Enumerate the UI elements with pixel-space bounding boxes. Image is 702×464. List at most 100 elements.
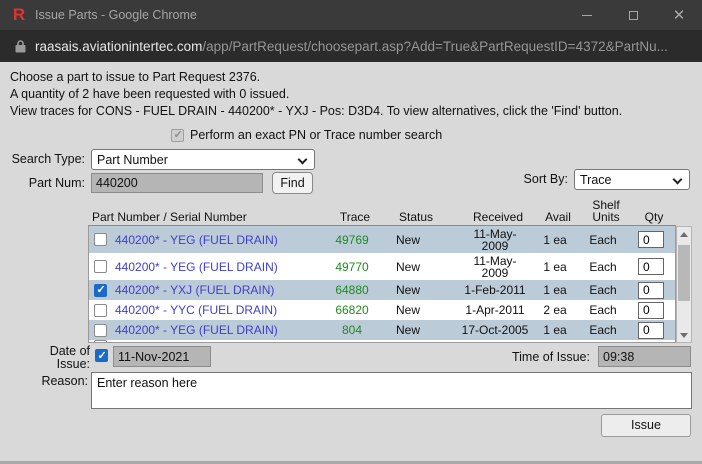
minimize-icon bbox=[582, 15, 592, 16]
time-of-issue-label: Time of Issue: bbox=[455, 350, 590, 364]
intro-line-1: Choose a part to issue to Part Request 2… bbox=[10, 69, 622, 86]
row-select-checkbox[interactable] bbox=[94, 233, 107, 246]
date-of-issue-input[interactable] bbox=[113, 346, 211, 367]
shelf-units-value: Each bbox=[577, 260, 629, 274]
date-of-issue-checkbox[interactable] bbox=[95, 349, 108, 362]
row-select-checkbox[interactable] bbox=[94, 260, 107, 273]
received-value: 1-Apr-2011 bbox=[465, 303, 524, 317]
date-of-issue-label: Date of Issue: bbox=[20, 345, 90, 371]
table-row: 440200* - YXJ (FUEL DRAIN) 64880New 1-Feb-… bbox=[89, 280, 675, 300]
trace-value: 49769 bbox=[317, 233, 387, 247]
table-rows-viewport: 440200* - YEG (FUEL DRAIN)49769New11-May… bbox=[88, 225, 676, 343]
table-scrollbar[interactable] bbox=[676, 226, 692, 343]
maximize-button[interactable] bbox=[610, 0, 656, 30]
trace-value: 49770 bbox=[317, 260, 387, 274]
time-of-issue-input[interactable] bbox=[598, 346, 691, 367]
col-header-avail: Avail bbox=[536, 211, 580, 223]
url-bar[interactable]: raasais.aviationintertec.com/app/PartReq… bbox=[0, 30, 702, 62]
status-value: New bbox=[387, 303, 457, 317]
scroll-up-button[interactable] bbox=[677, 227, 691, 241]
scrollbar-thumb[interactable] bbox=[678, 245, 690, 301]
part-number-link[interactable]: 440200* - YEG (FUEL DRAIN) bbox=[115, 323, 278, 337]
intro-line-3: View traces for CONS - FUEL DRAIN - 4402… bbox=[10, 103, 622, 120]
table-row: 440200* - YEG (FUEL DRAIN) 49769New 11-May… bbox=[89, 226, 675, 253]
avail-value: 1 ea bbox=[533, 233, 577, 247]
part-num-input[interactable] bbox=[91, 173, 263, 193]
shelf-units-value: Each bbox=[577, 233, 629, 247]
status-value: New bbox=[387, 323, 457, 337]
lock-icon bbox=[15, 40, 26, 53]
part-number-link[interactable]: 440200* - YYC (FUEL DRAIN) bbox=[115, 303, 277, 317]
minimize-button[interactable] bbox=[564, 0, 610, 30]
row-select-checkbox[interactable] bbox=[94, 324, 107, 337]
trace-value: 64880 bbox=[317, 283, 387, 297]
scroll-up-icon bbox=[680, 232, 688, 237]
reason-label: Reason: bbox=[38, 374, 88, 388]
received-value: 1-Feb-2011 bbox=[464, 283, 525, 297]
scroll-down-button[interactable] bbox=[677, 328, 691, 342]
qty-input[interactable] bbox=[638, 302, 664, 319]
page-url: raasais.aviationintertec.com/app/PartReq… bbox=[35, 39, 668, 54]
avail-value: 1 ea bbox=[533, 323, 577, 337]
part-number-link[interactable]: 440200* - YXJ (FUEL DRAIN) bbox=[115, 283, 274, 297]
window-title: Issue Parts - Google Chrome bbox=[35, 8, 564, 22]
search-type-select[interactable]: Part Number bbox=[91, 149, 315, 170]
trace-value: 804 bbox=[317, 323, 387, 337]
row-select-checkbox[interactable] bbox=[94, 304, 107, 317]
received-value: 11-May-2009 bbox=[469, 255, 521, 279]
status-value: New bbox=[387, 233, 457, 247]
chevron-down-icon bbox=[298, 155, 308, 165]
part-number-link[interactable]: 440200* - YEG (FUEL DRAIN) bbox=[115, 233, 278, 247]
received-value: 11-May-2009 bbox=[469, 228, 521, 252]
sort-by-select[interactable]: Trace bbox=[574, 169, 690, 190]
close-button[interactable]: ✕ bbox=[656, 0, 702, 30]
avail-value: 2 ea bbox=[533, 303, 577, 317]
scroll-down-icon bbox=[680, 333, 688, 338]
row-select-checkbox[interactable] bbox=[94, 340, 107, 343]
find-button[interactable]: Find bbox=[272, 172, 313, 194]
shelf-units-value: Each bbox=[577, 323, 629, 337]
table-row: 440200* - YEG (FUEL DRAIN) 804New 17-Oct-2… bbox=[89, 320, 675, 340]
col-header-units: Shelf Units bbox=[586, 199, 626, 223]
qty-input[interactable] bbox=[638, 258, 664, 275]
issue-button[interactable]: Issue bbox=[601, 414, 691, 437]
close-icon: ✕ bbox=[673, 8, 686, 23]
table-row: 440200* - YEG (FUEL DRAIN) 49770New 11-May… bbox=[89, 253, 675, 280]
row-select-checkbox[interactable] bbox=[94, 284, 107, 297]
dialog-body: Choose a part to issue to Part Request 2… bbox=[0, 62, 702, 461]
received-value: 17-Oct-2005 bbox=[462, 323, 529, 337]
intro-line-2: A quantity of 2 have been requested with… bbox=[10, 86, 622, 103]
status-value: New bbox=[387, 283, 457, 297]
app-favicon-icon: R bbox=[10, 5, 28, 25]
search-type-value: Part Number bbox=[97, 153, 168, 167]
table-row: 440200* - YYC (FUEL DRAIN) 66820New 1-Apr-… bbox=[89, 300, 675, 320]
table-header-row: Part Number / Serial Number Trace Status… bbox=[88, 198, 692, 225]
col-header-received: Received bbox=[460, 211, 536, 223]
window-titlebar: R Issue Parts - Google Chrome ✕ bbox=[0, 0, 702, 30]
qty-input[interactable] bbox=[638, 322, 664, 339]
intro-text: Choose a part to issue to Part Request 2… bbox=[10, 69, 622, 120]
sort-by-label: Sort By: bbox=[500, 172, 568, 186]
avail-value: 1 ea bbox=[533, 260, 577, 274]
qty-input[interactable] bbox=[638, 282, 664, 299]
part-num-label: Part Num: bbox=[0, 176, 85, 190]
exact-search-checkbox[interactable] bbox=[171, 129, 184, 142]
shelf-units-value: Each bbox=[577, 303, 629, 317]
chevron-down-icon bbox=[673, 175, 683, 185]
part-number-link[interactable]: 440200* - YEG (FUEL DRAIN) bbox=[115, 260, 278, 274]
parts-table: Part Number / Serial Number Trace Status… bbox=[88, 198, 692, 343]
qty-input[interactable] bbox=[638, 231, 664, 248]
col-header-trace: Trace bbox=[320, 211, 390, 223]
shelf-units-value: Each bbox=[577, 283, 629, 297]
reason-textarea[interactable]: Enter reason here bbox=[91, 372, 692, 409]
trace-value: 66820 bbox=[317, 303, 387, 317]
exact-search-label: Perform an exact PN or Trace number sear… bbox=[190, 128, 442, 142]
search-type-label: Search Type: bbox=[0, 152, 85, 166]
col-header-qty: Qty bbox=[632, 211, 676, 223]
col-header-status: Status bbox=[390, 211, 460, 223]
sort-by-value: Trace bbox=[580, 173, 612, 187]
maximize-icon bbox=[629, 11, 638, 20]
status-value: New bbox=[387, 260, 457, 274]
table-row-partial bbox=[89, 340, 675, 343]
col-header-part: Part Number / Serial Number bbox=[88, 211, 320, 223]
